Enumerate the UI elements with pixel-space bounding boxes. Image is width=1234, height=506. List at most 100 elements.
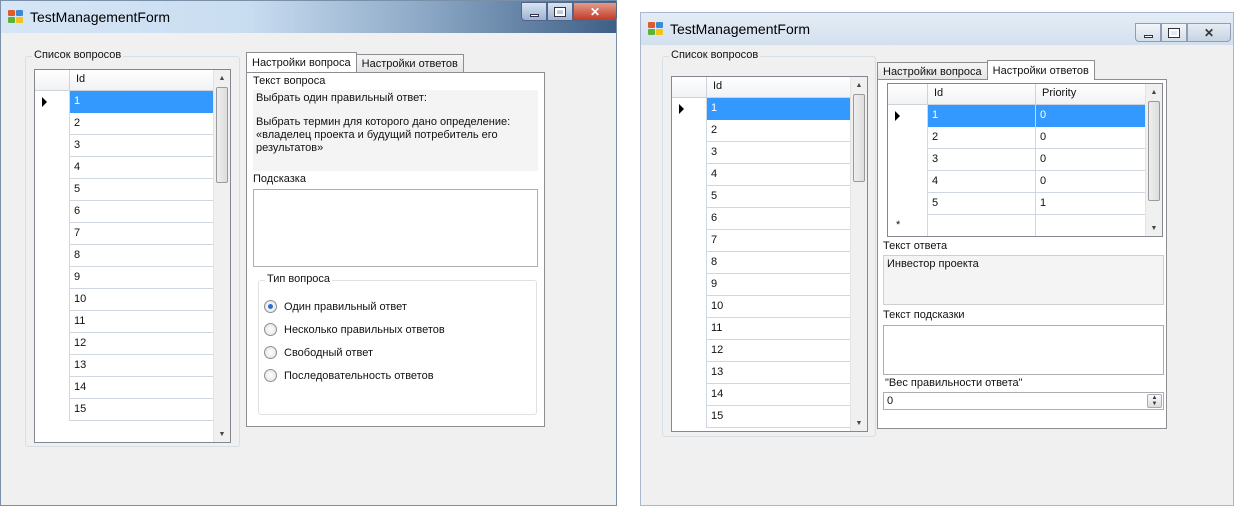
column-header-id[interactable]: Id (928, 84, 1036, 104)
answers-grid[interactable]: Id Priority 1 0 2 0 3 0 4 0 5 1 * ▲ ▼ (887, 83, 1163, 237)
table-row[interactable]: 6 (672, 208, 851, 230)
cell-id[interactable]: 12 (70, 333, 214, 355)
row-header[interactable] (672, 98, 707, 120)
cell-priority[interactable]: 0 (1036, 127, 1146, 149)
cell-id[interactable]: 15 (707, 406, 851, 428)
cell-id[interactable]: 1 (707, 98, 851, 120)
minimize-button[interactable] (521, 2, 547, 21)
row-header[interactable] (672, 340, 707, 362)
scroll-down-icon[interactable]: ▼ (851, 415, 867, 431)
cell-id[interactable]: 9 (707, 274, 851, 296)
tab-question-settings[interactable]: Настройки вопроса (877, 62, 988, 80)
table-row[interactable]: 10 (672, 296, 851, 318)
table-row[interactable]: 1 (672, 98, 851, 120)
new-row[interactable]: * (888, 215, 1146, 236)
table-row[interactable]: 51 (888, 193, 1146, 215)
cell-id[interactable]: 2 (707, 120, 851, 142)
row-header[interactable] (888, 171, 928, 193)
scroll-up-icon[interactable]: ▲ (1146, 84, 1162, 100)
cell-id[interactable]: 5 (928, 193, 1036, 215)
tab-question-settings[interactable]: Настройки вопроса (246, 52, 357, 72)
tab-answer-settings[interactable]: Настройки ответов (986, 60, 1095, 80)
table-row[interactable]: 10 (888, 105, 1146, 127)
row-header[interactable] (672, 208, 707, 230)
row-header[interactable] (35, 399, 70, 421)
column-header-priority[interactable]: Priority (1036, 84, 1146, 104)
table-row[interactable]: 3 (672, 142, 851, 164)
row-header[interactable] (672, 164, 707, 186)
row-header[interactable] (672, 362, 707, 384)
row-header[interactable] (672, 296, 707, 318)
table-row[interactable]: 40 (888, 171, 1146, 193)
cell-id[interactable] (928, 215, 1036, 236)
question-list-grid[interactable]: Id 1 2 3 4 5 6 7 8 9 10 11 12 13 14 15 ▲ ▼ (671, 76, 868, 432)
row-header[interactable] (35, 311, 70, 333)
row-header[interactable] (888, 105, 928, 127)
cell-id[interactable]: 3 (707, 142, 851, 164)
row-header[interactable] (35, 289, 70, 311)
row-header[interactable] (672, 384, 707, 406)
row-header[interactable] (672, 142, 707, 164)
table-row[interactable]: 13 (672, 362, 851, 384)
cell-id[interactable]: 15 (70, 399, 214, 421)
table-row[interactable]: 12 (672, 340, 851, 362)
close-button[interactable]: ✕ (573, 2, 617, 21)
row-header[interactable] (672, 406, 707, 428)
table-row[interactable]: 2 (35, 113, 214, 135)
cell-id[interactable]: 10 (70, 289, 214, 311)
cell-id[interactable]: 12 (707, 340, 851, 362)
table-row[interactable]: 2 (672, 120, 851, 142)
table-row[interactable]: 11 (672, 318, 851, 340)
table-row[interactable]: 5 (672, 186, 851, 208)
cell-id[interactable]: 13 (70, 355, 214, 377)
cell-priority[interactable]: 0 (1036, 105, 1146, 127)
title-bar[interactable]: TestManagementForm ✕ (641, 13, 1233, 45)
cell-id[interactable]: 1 (928, 105, 1036, 127)
table-row[interactable]: 7 (35, 223, 214, 245)
spin-arrows-icon[interactable]: ▲ ▼ (1147, 394, 1162, 408)
cell-id[interactable]: 13 (707, 362, 851, 384)
table-row[interactable]: 10 (35, 289, 214, 311)
tab-answer-settings[interactable]: Настройки ответов (355, 54, 464, 72)
cell-id[interactable]: 2 (70, 113, 214, 135)
radio-single-answer[interactable]: Один правильный ответ (264, 300, 407, 313)
cell-id[interactable]: 3 (928, 149, 1036, 171)
table-row[interactable]: 1 (35, 91, 214, 113)
radio-multiple-answers[interactable]: Несколько правильных ответов (264, 323, 445, 336)
cell-priority[interactable]: 0 (1036, 171, 1146, 193)
row-header[interactable] (35, 201, 70, 223)
row-header[interactable] (35, 245, 70, 267)
minimize-button[interactable] (1135, 23, 1161, 42)
scroll-thumb[interactable] (216, 87, 228, 183)
table-row[interactable]: 20 (888, 127, 1146, 149)
cell-id[interactable]: 7 (707, 230, 851, 252)
table-row[interactable]: 5 (35, 179, 214, 201)
row-header[interactable] (672, 186, 707, 208)
table-row[interactable]: 9 (35, 267, 214, 289)
row-header[interactable] (35, 91, 70, 113)
row-header[interactable] (35, 333, 70, 355)
row-header[interactable] (35, 355, 70, 377)
column-header-id[interactable]: Id (70, 70, 214, 90)
vertical-scrollbar[interactable]: ▲ ▼ (213, 70, 230, 442)
cell-priority[interactable] (1036, 215, 1146, 236)
row-header[interactable] (672, 318, 707, 340)
cell-id[interactable]: 8 (707, 252, 851, 274)
hint-text-field[interactable] (883, 325, 1164, 375)
table-row[interactable]: 12 (35, 333, 214, 355)
cell-id[interactable]: 9 (70, 267, 214, 289)
scroll-up-icon[interactable]: ▲ (214, 70, 230, 86)
cell-id[interactable]: 5 (70, 179, 214, 201)
table-row[interactable]: 30 (888, 149, 1146, 171)
radio-answer-sequence[interactable]: Последовательность ответов (264, 369, 434, 382)
cell-id[interactable]: 4 (707, 164, 851, 186)
row-header[interactable] (672, 120, 707, 142)
vertical-scrollbar[interactable]: ▲ ▼ (1145, 84, 1162, 236)
cell-priority[interactable]: 1 (1036, 193, 1146, 215)
row-header[interactable] (888, 193, 928, 215)
cell-id[interactable]: 2 (928, 127, 1036, 149)
scroll-up-icon[interactable]: ▲ (851, 77, 867, 93)
row-header[interactable] (35, 157, 70, 179)
table-row[interactable]: 11 (35, 311, 214, 333)
table-row[interactable]: 15 (672, 406, 851, 428)
